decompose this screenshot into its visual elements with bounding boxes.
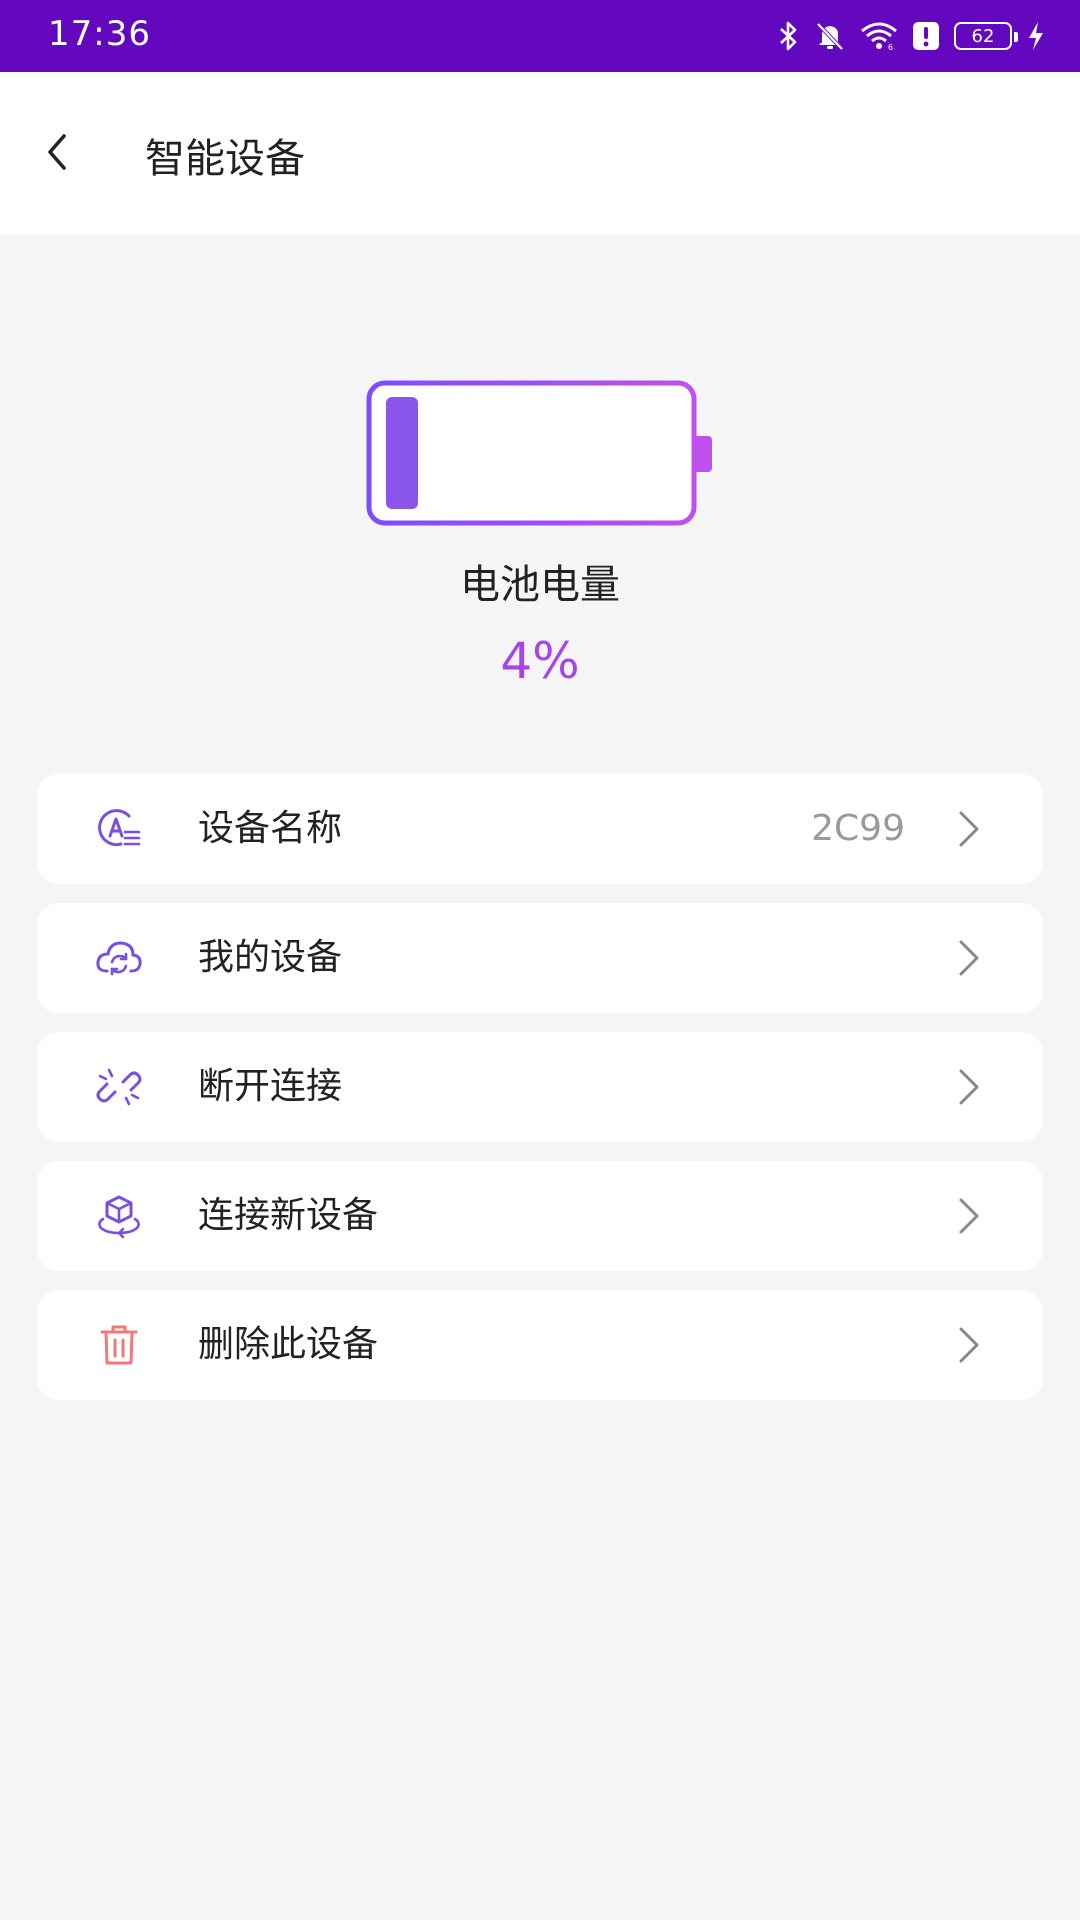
trash-icon	[95, 1322, 143, 1368]
back-button[interactable]	[30, 116, 84, 188]
page-title: 智能设备	[145, 136, 305, 182]
menu-list: 设备名称 2C99 我的设备 断开连接 连接新设备 删除此设备	[37, 774, 1043, 1419]
cloud-sync-icon	[95, 935, 143, 981]
chevron-right-icon	[959, 1069, 979, 1105]
chevron-right-icon	[959, 811, 979, 847]
chevron-right-icon	[959, 940, 979, 976]
alert-icon	[913, 22, 939, 50]
menu-label: 断开连接	[198, 1066, 343, 1107]
unlink-icon	[95, 1064, 143, 1110]
battery-level-graphic	[366, 380, 712, 526]
chevron-right-icon	[959, 1327, 979, 1363]
my-devices-item[interactable]: 我的设备	[37, 903, 1043, 1013]
battery-value: 4%	[500, 632, 580, 690]
battery-fill	[386, 397, 418, 509]
status-icons: 6 62	[778, 18, 1046, 54]
disconnect-item[interactable]: 断开连接	[37, 1032, 1043, 1142]
menu-label: 我的设备	[198, 937, 343, 978]
status-bar: 17:36 6 62	[0, 0, 1080, 72]
bell-muted-icon	[816, 22, 844, 51]
device-name-item[interactable]: 设备名称 2C99	[37, 774, 1043, 884]
charging-icon	[1029, 22, 1043, 50]
device-name-icon	[95, 806, 143, 852]
device-name-value: 2C99	[811, 808, 905, 849]
bluetooth-icon	[780, 21, 797, 51]
svg-text:6: 6	[888, 43, 893, 51]
menu-label: 连接新设备	[198, 1195, 379, 1236]
status-time: 17:36	[48, 14, 151, 54]
battery-icon: 62	[954, 22, 1018, 50]
connect-new-device-item[interactable]: 连接新设备	[37, 1161, 1043, 1271]
battery-label: 电池电量	[460, 562, 620, 608]
menu-label: 删除此设备	[198, 1324, 379, 1365]
delete-device-item[interactable]: 删除此设备	[37, 1290, 1043, 1400]
menu-label: 设备名称	[198, 808, 343, 849]
chevron-right-icon	[959, 1198, 979, 1234]
cube-connect-icon	[95, 1193, 143, 1239]
header: 智能设备	[0, 72, 1080, 234]
chevron-left-icon	[48, 134, 66, 170]
wifi-icon: 6	[861, 22, 897, 51]
